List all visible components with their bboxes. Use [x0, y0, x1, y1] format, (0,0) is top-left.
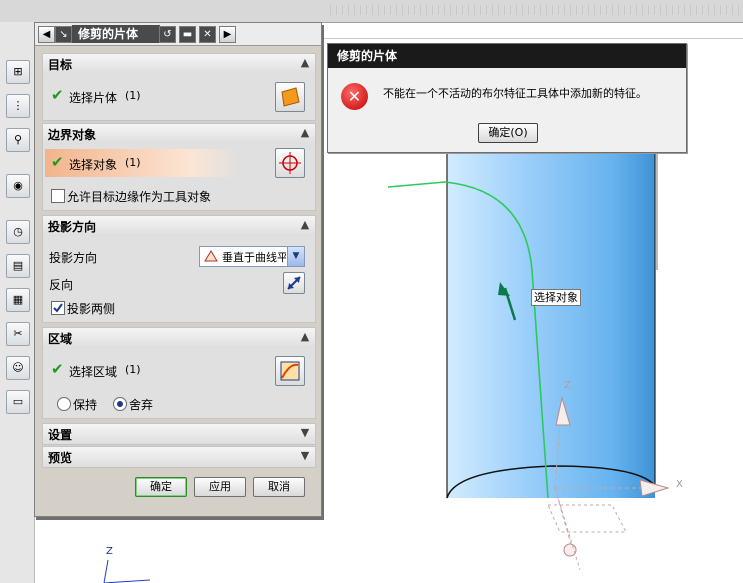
- error-message: 不能在一个不活动的布尔特征工具体中添加新的特征。: [383, 87, 647, 100]
- section-projection-title: 投影方向: [48, 220, 97, 234]
- check-icon: ✔: [51, 360, 64, 378]
- keep-radio[interactable]: [57, 397, 71, 411]
- reset-arrow-icon[interactable]: ↘: [55, 26, 72, 43]
- undo-icon[interactable]: ↺: [159, 26, 176, 43]
- section-settings-header[interactable]: 设置 ▼: [42, 423, 316, 445]
- axis-z-label: Z: [564, 380, 571, 391]
- discard-label: 舍弃: [129, 398, 154, 412]
- error-icon: ✕: [341, 83, 368, 110]
- chevron-down-icon[interactable]: ▼: [297, 448, 313, 464]
- keep-label: 保持: [73, 398, 98, 412]
- projection-direction-value: 垂直于曲线平面: [222, 251, 286, 264]
- section-boundary-header[interactable]: 边界对象 ▲: [42, 123, 316, 145]
- projection-direction-label: 投影方向: [49, 251, 98, 265]
- section-preview-title: 预览: [48, 451, 73, 465]
- section-region-title: 区域: [48, 332, 73, 346]
- reverse-direction-button[interactable]: [283, 272, 305, 294]
- checkmark-icon: [53, 303, 63, 313]
- chevron-up-icon[interactable]: ▲: [297, 125, 313, 141]
- select-region-label[interactable]: 选择区域: [69, 363, 117, 380]
- dialog-title: 修剪的片体: [72, 25, 160, 43]
- chevron-left-icon[interactable]: ◀: [38, 26, 55, 43]
- selection-tooltip: 选择对象: [531, 289, 581, 306]
- discard-radio[interactable]: [113, 397, 127, 411]
- axis-z-small-label: Z: [106, 546, 113, 557]
- cancel-button[interactable]: 取消: [253, 477, 305, 497]
- both-sides-label: 投影两侧: [67, 302, 116, 316]
- projection-direction-select[interactable]: 垂直于曲线平面 ▼: [199, 246, 305, 267]
- cylinder-surface[interactable]: [446, 150, 656, 499]
- ok-button[interactable]: 确定: [135, 477, 187, 497]
- chevron-right-icon[interactable]: ▶: [219, 26, 236, 43]
- chevron-up-icon[interactable]: ▲: [297, 217, 313, 233]
- section-region-body: ✔ 选择区域 (1) 保持 舍弃: [42, 348, 316, 419]
- error-dialog-titlebar[interactable]: 修剪的片体: [328, 44, 686, 68]
- both-sides-checkbox[interactable]: [51, 301, 65, 315]
- dialog-titlebar[interactable]: ◀ ↘ 修剪的片体 ↺ ▬ ✕ ▶: [35, 23, 321, 46]
- error-dialog: 修剪的片体 ✕ 不能在一个不活动的布尔特征工具体中添加新的特征。 确定(O): [327, 43, 687, 153]
- crosshair-icon: [279, 152, 301, 174]
- chevron-up-icon[interactable]: ▲: [297, 55, 313, 71]
- section-target-header[interactable]: 目标 ▲: [42, 53, 316, 75]
- allow-edge-checkbox[interactable]: [51, 189, 65, 203]
- section-target-title: 目标: [48, 58, 73, 72]
- section-projection-header[interactable]: 投影方向 ▲: [42, 215, 316, 237]
- check-icon: ✔: [51, 153, 64, 171]
- select-region-count: (1): [125, 363, 141, 376]
- sheet-body-select-button[interactable]: [275, 82, 305, 112]
- select-object-count: (1): [125, 156, 141, 169]
- chevron-down-icon[interactable]: ▼: [287, 247, 304, 266]
- region-icon: [280, 361, 300, 381]
- error-ok-button[interactable]: 确定(O): [478, 123, 538, 143]
- reverse-label: 反向: [49, 278, 74, 292]
- chevron-down-icon[interactable]: ▼: [297, 425, 313, 441]
- section-target-body: ✔ 选择片体 (1): [42, 74, 316, 121]
- section-boundary-title: 边界对象: [48, 128, 97, 142]
- select-sheet-label[interactable]: 选择片体: [69, 89, 117, 106]
- section-region-header[interactable]: 区域 ▲: [42, 327, 316, 349]
- check-icon: ✔: [51, 86, 64, 104]
- radio-dot-icon: [117, 401, 123, 407]
- chevron-up-icon[interactable]: ▲: [297, 329, 313, 345]
- select-object-row[interactable]: ✔ 选择对象 (1): [45, 149, 239, 177]
- error-dialog-title: 修剪的片体: [337, 49, 398, 63]
- section-settings-title: 设置: [48, 428, 73, 442]
- crosshair-select-button[interactable]: [275, 148, 305, 178]
- close-icon[interactable]: ✕: [199, 26, 216, 43]
- allow-edge-label: 允许目标边缘作为工具对象: [67, 190, 212, 204]
- section-preview-header[interactable]: 预览 ▼: [42, 446, 316, 468]
- section-projection-body: 投影方向 垂直于曲线平面 ▼ 反向 投影两侧: [42, 236, 316, 323]
- apply-button[interactable]: 应用: [194, 477, 246, 497]
- sheet-body-icon: [281, 87, 300, 107]
- select-object-label: 选择对象: [69, 158, 118, 172]
- section-boundary-body: ✔ 选择对象 (1) 允许目标边缘作为工具对象: [42, 144, 316, 211]
- region-select-button[interactable]: [275, 356, 305, 386]
- plane-normal-icon: [204, 250, 218, 262]
- absolute-axes-small: [103, 559, 151, 583]
- trim-sheet-dialog: ◀ ↘ 修剪的片体 ↺ ▬ ✕ ▶ 目标 ▲ ✔ 选择片体 (1) 边界对象 ▲…: [34, 22, 322, 517]
- minimize-icon[interactable]: ▬: [179, 26, 196, 43]
- reverse-direction-icon: [287, 276, 301, 290]
- select-sheet-count: (1): [125, 89, 141, 102]
- axis-x-label: X: [676, 479, 683, 490]
